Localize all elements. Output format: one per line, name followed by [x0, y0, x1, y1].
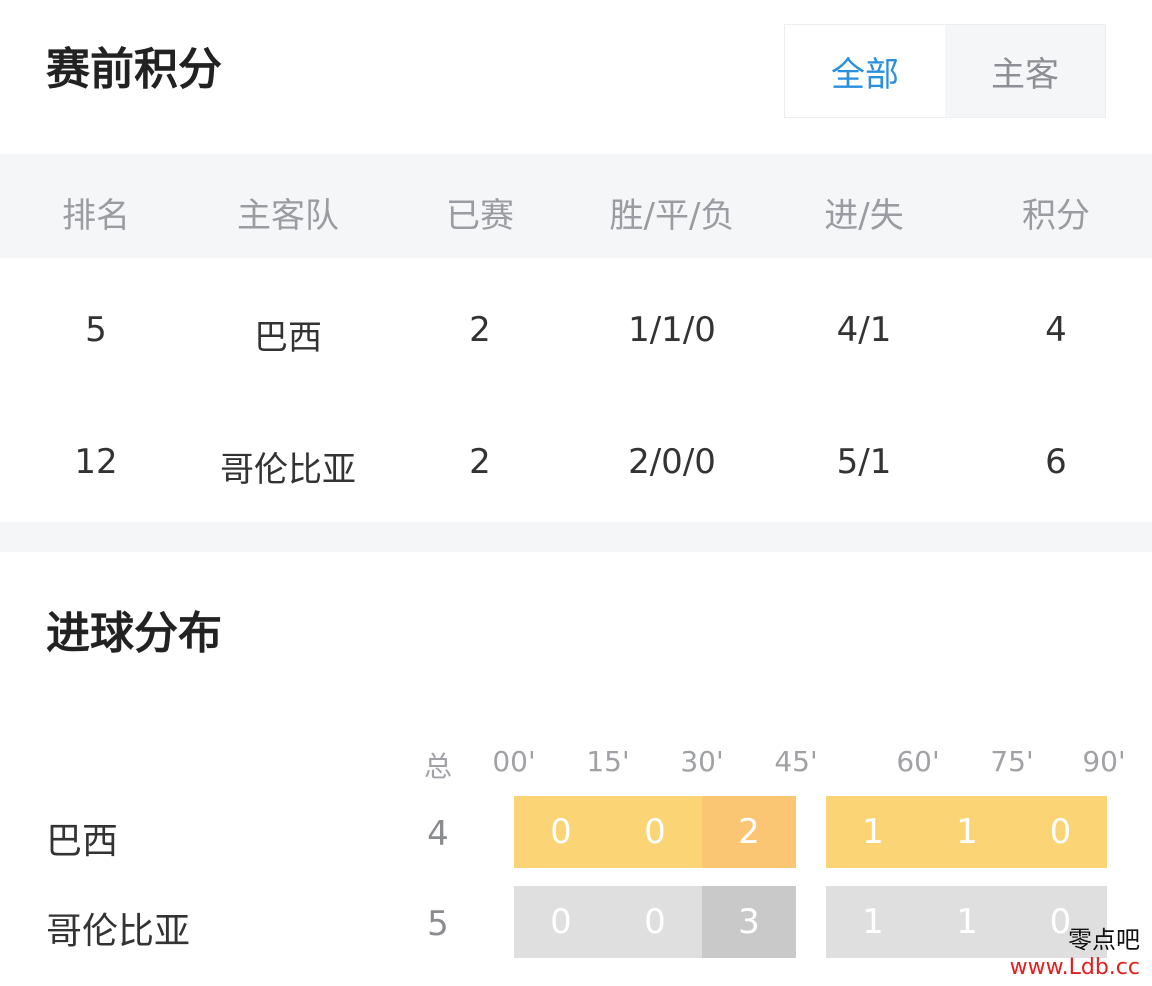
goal-segment-30-45: 2: [702, 796, 796, 868]
time-label-00: 00': [492, 745, 536, 778]
team-cell: 巴西: [254, 318, 322, 358]
col-points: 积分: [1022, 196, 1090, 236]
time-label-90: 90': [1082, 745, 1126, 778]
goals-team-total: 4: [427, 814, 449, 854]
goal-segment-0-15: 0: [514, 886, 608, 958]
goal-segment-60-75: 1: [920, 886, 1014, 958]
goals-team-total: 5: [427, 904, 449, 944]
goals-cell: 4/1: [836, 310, 892, 350]
goal-segment-45-60: 1: [826, 796, 920, 868]
time-label-60: 60': [896, 745, 940, 778]
goal-segment-60-75: 1: [920, 796, 1014, 868]
watermark-line1: 零点吧: [1068, 926, 1140, 955]
goals-cell: 5/1: [836, 442, 892, 482]
col-played: 已赛: [446, 196, 514, 236]
col-wdl: 胜/平/负: [609, 196, 735, 236]
goals-title: 进球分布: [46, 608, 222, 659]
goal-segment-15-30: 0: [608, 796, 702, 868]
goal-segment-15-30: 0: [608, 886, 702, 958]
watermark: 零点吧 www.Ldb.cc: [1010, 927, 1140, 980]
wdl-cell: 1/1/0: [628, 310, 716, 350]
played-cell: 2: [469, 310, 491, 350]
table-row: 12 哥伦比亚 2 2/0/0 5/1 6: [0, 410, 1152, 510]
col-goals: 进/失: [824, 196, 904, 236]
time-label-15: 15': [586, 745, 630, 778]
goal-segment-45-60: 1: [826, 886, 920, 958]
goal-segment-30-45: 3: [702, 886, 796, 958]
played-cell: 2: [469, 442, 491, 482]
goals-team-name: 巴西: [46, 821, 119, 862]
team-cell: 哥伦比亚: [220, 450, 356, 490]
standings-title: 赛前积分: [46, 44, 222, 95]
wdl-cell: 2/0/0: [628, 442, 716, 482]
standings-toggle: 全部 主客: [784, 24, 1106, 118]
rank-cell: 12: [74, 442, 118, 482]
watermark-line2: www.Ldb.cc: [1009, 954, 1140, 980]
goal-segment-75-90: 0: [1014, 796, 1107, 868]
table-row: 5 巴西 2 1/1/0 4/1 4: [0, 278, 1152, 378]
points-cell: 4: [1045, 310, 1067, 350]
goal-segment-0-15: 0: [514, 796, 608, 868]
col-rank: 排名: [62, 196, 130, 236]
total-label: 总: [423, 750, 453, 783]
tab-all[interactable]: 全部: [785, 25, 945, 117]
time-label-45: 45': [774, 745, 818, 778]
time-label-30: 30': [680, 745, 724, 778]
section-divider: [0, 522, 1152, 552]
col-team: 主客队: [237, 196, 339, 236]
tab-home-away[interactable]: 主客: [945, 25, 1105, 117]
time-label-75: 75': [990, 745, 1034, 778]
rank-cell: 5: [85, 310, 107, 350]
goals-team-name: 哥伦比亚: [46, 911, 191, 952]
points-cell: 6: [1045, 442, 1067, 482]
standings-table-header: 排名 主客队 已赛 胜/平/负 进/失 积分: [0, 154, 1152, 258]
